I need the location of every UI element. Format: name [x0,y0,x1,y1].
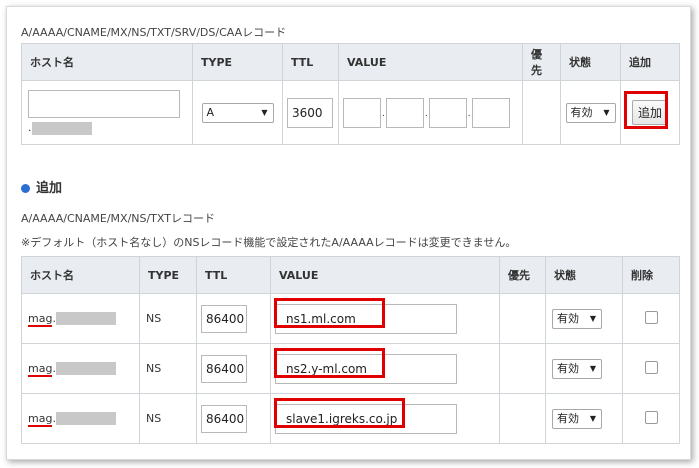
value-highlight [274,348,385,378]
ip-octet-2-input[interactable] [385,97,424,128]
redacted-domain [55,362,116,376]
ip-dot-1: . [382,108,385,119]
ip-dot-3: . [467,108,471,119]
col-header-type: TYPE [192,43,283,81]
ip-octet-1-input[interactable] [343,97,381,128]
bottom-section-note: ※デフォルト（ホスト名なし）のNSレコード機能で設定されたA/AAAAレコードは… [21,236,517,249]
status-select[interactable]: 有効 ▼ [552,358,602,379]
delete-checkbox[interactable] [644,310,658,324]
host-name-input[interactable] [28,90,180,118]
col-header-ttl: TTL [282,43,339,81]
priority-cell [522,80,561,145]
col-header-priority: 優先 [499,256,546,294]
record-type: NS [139,393,197,444]
bottom-section-label: A/AAAA/CNAME/MX/NS/TXTレコード [21,212,215,225]
col-header-host: ホスト名 [21,43,193,81]
dropdown-arrow-icon: ▼ [261,107,268,117]
ttl-input[interactable]: 86400 [201,304,247,333]
ttl-input[interactable]: 3600 [287,97,333,128]
value-highlight [274,398,405,428]
add-section-title: 追加 [36,181,63,196]
value-highlight [274,298,385,328]
col-header-status: 状態 [560,43,621,81]
col-header-value: VALUE [270,256,500,294]
delete-checkbox[interactable] [644,360,658,374]
dropdown-arrow-icon: ▼ [603,107,610,117]
record-host: mag [28,361,53,377]
add-record-table: ホスト名 TYPE TTL VALUE 優先 状態 追加 . A ▼ 3600 … [21,43,680,145]
col-header-delete: 削除 [622,256,680,294]
dropdown-arrow-icon: ▼ [589,413,596,423]
col-header-add: 追加 [620,43,680,81]
status-select-value: 有効 [557,311,579,325]
redacted-domain [55,312,116,326]
col-header-ttl: TTL [196,256,271,294]
dropdown-arrow-icon: ▼ [589,363,596,373]
ip-octet-3-input[interactable] [428,97,467,128]
ip-octet-4-input[interactable] [471,97,510,128]
type-select-value: A [206,105,215,119]
status-select-value: 有効 [570,105,593,119]
add-button-highlight [624,91,668,129]
dns-settings-panel: A/AAAA/CNAME/MX/NS/TXT/SRV/DS/CAAレコード ホス… [6,6,691,460]
status-select[interactable]: 有効 ▼ [552,308,602,329]
redacted-domain [55,412,116,426]
ttl-input[interactable]: 86400 [201,354,247,383]
status-select[interactable]: 有効 ▼ [552,408,602,429]
top-section-label: A/AAAA/CNAME/MX/NS/TXT/SRV/DS/CAAレコード [21,26,287,39]
dropdown-arrow-icon: ▼ [589,313,596,323]
col-header-priority: 優先 [522,43,561,81]
col-header-status: 状態 [545,256,623,294]
type-select[interactable]: A ▼ [201,102,274,123]
priority-cell [499,343,546,394]
col-header-type: TYPE [139,256,197,294]
status-select[interactable]: 有効 ▼ [565,102,616,123]
ip-dot-2: . [424,108,428,119]
delete-checkbox[interactable] [644,410,658,424]
status-select-value: 有効 [557,411,579,425]
col-header-value: VALUE [338,43,523,81]
priority-cell [499,393,546,444]
bullet-icon [21,184,30,193]
record-host: mag [28,311,53,327]
ttl-input[interactable]: 86400 [201,404,247,433]
redacted-domain [31,121,92,135]
col-header-host: ホスト名 [21,256,140,294]
record-host: mag [28,411,53,427]
record-type: NS [139,343,197,394]
status-select-value: 有効 [557,361,579,375]
record-type: NS [139,293,197,344]
add-section-heading: 追加 [21,177,62,196]
priority-cell [499,293,546,344]
